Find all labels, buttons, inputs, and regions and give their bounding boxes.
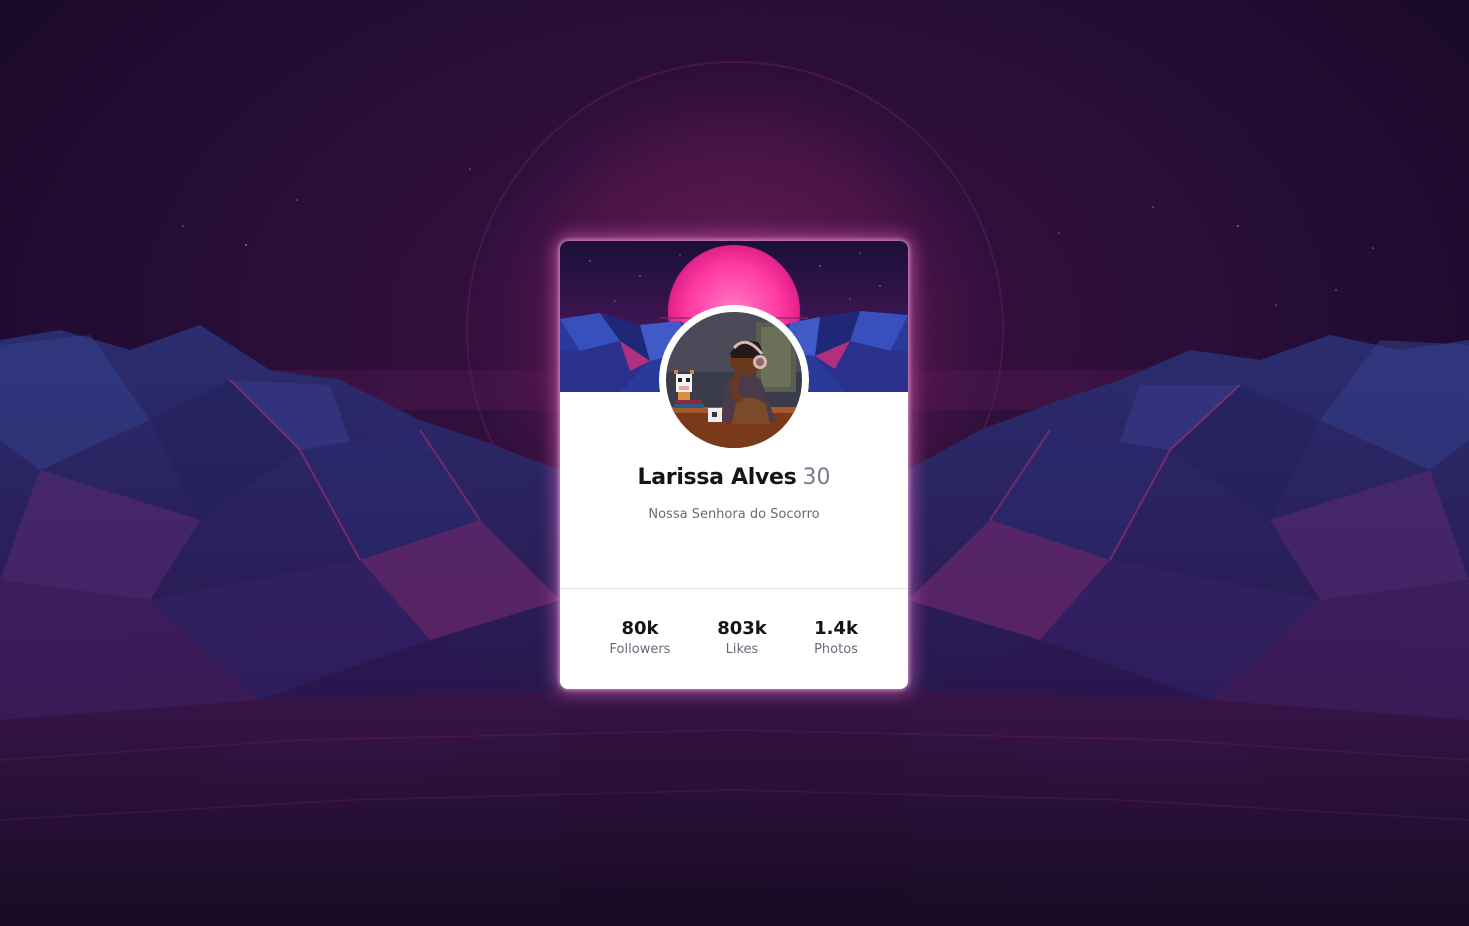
stat-likes[interactable]: 803k Likes: [692, 617, 792, 659]
stat-followers[interactable]: 80k Followers: [590, 617, 690, 659]
stats-row: 80k Followers 803k Likes 1.4k Photos: [560, 617, 908, 667]
stat-value: 1.4k: [814, 618, 858, 639]
stat-value: 80k: [621, 618, 659, 639]
stat-label: Likes: [725, 642, 759, 657]
profile-card: Larissa Alves 30 Nossa Senhora do Socorro…: [560, 241, 908, 689]
profile-age: 30: [802, 465, 831, 490]
stat-photos[interactable]: 1.4k Photos: [786, 617, 886, 659]
stat-label: Photos: [814, 642, 858, 657]
profile-location: Nossa Senhora do Socorro: [648, 507, 820, 522]
divider: [560, 588, 908, 589]
avatar-illustration: [666, 312, 802, 448]
avatar[interactable]: [666, 312, 802, 448]
profile-name: Larissa Alves: [637, 465, 797, 490]
stat-value: 803k: [717, 618, 767, 639]
stat-label: Followers: [609, 642, 671, 657]
name-row: Larissa Alves 30: [560, 465, 908, 490]
